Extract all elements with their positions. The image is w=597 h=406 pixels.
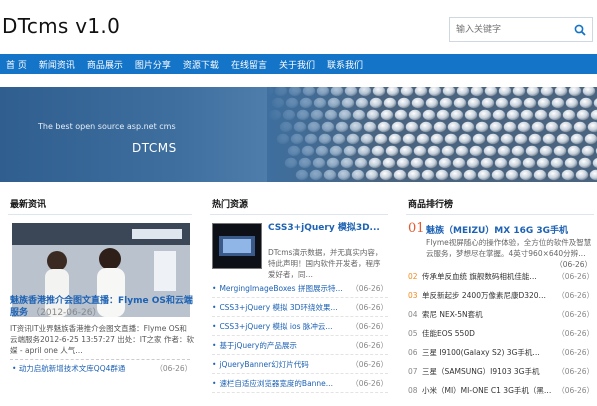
hot-featured-desc: DTcms演示数据，并无真实内容，特此声明！国内软件开发者，程序爱好者，同… [268,248,383,279]
nav-item-photos[interactable]: 图片分享 [130,58,176,71]
rank-number: 05 [408,329,418,338]
bullet-icon: • [12,364,19,373]
list-item-title[interactable]: CSS3+jQuery 模拟 3D环绕效果... [219,298,347,316]
list-item-date: （06-26） [557,272,594,281]
ranking-top-desc-text: Flyme视屏随心的操作体验，全方位的软件及智慧云服务，梦想尽在掌握。4英寸96… [426,238,592,258]
ranking-top-desc: Flyme视屏随心的操作体验，全方位的软件及智慧云服务，梦想尽在掌握。4英寸96… [426,237,592,270]
list-item-title[interactable]: 速栏自适应浏览器宽度的Banne... [219,374,347,392]
list-item[interactable]: 03 单反新起步 2400万像素尼康D320… （06-26） [406,286,594,305]
banner-title: DTCMS [132,141,177,155]
hot-featured-title[interactable]: CSS3+jQuery 模拟3D... [268,223,386,234]
hero-banner[interactable]: The best open source asp.net cms DTCMS [0,87,597,182]
list-item-date: （06-26） [351,303,388,312]
bullet-icon: • [212,322,217,331]
list-item-date: （06-26） [557,310,594,319]
news-headline[interactable]: 魅族香港推介会图文直播：Flyme OS和云端服务 （2012-06-26） [10,295,194,319]
list-item-title[interactable]: CSS3+jQuery 模拟 ios 脉冲云... [219,317,347,335]
list-item-title[interactable]: 佳能EOS 550D [422,324,553,343]
list-item[interactable]: 08 小米（MI）MI-ONE C1 3G手机（黑… （06-26） [406,381,594,400]
list-item-date: （06-26） [155,364,193,373]
product-ranking-list: 02 传承单反血统 旗舰数码相机佳能… （06-26） 03 单反新起步 2400万像… [406,267,594,400]
hot-resources-heading: 热门资源 [210,195,388,215]
nav-item-products[interactable]: 商品展示 [82,58,128,71]
divider [10,359,190,360]
list-item[interactable]: • CSS3+jQuery 模拟 3D环绕效果... （06-26） [212,298,388,317]
list-item[interactable]: 06 三星 I9100(Galaxy S2) 3G手机… （06-26） [406,343,594,362]
list-item[interactable]: • MergingImageBoxes 拼图展示特... （06-26） [212,279,388,298]
list-item-title[interactable]: 基于jQuery的产品展示 [219,336,347,354]
search-icon [574,24,586,36]
list-item-title[interactable]: 动力启航新增技术文库QQ4群通 [19,364,126,373]
list-item-title[interactable]: jQueryBanner幻灯片代码 [219,355,347,373]
rank-number: 08 [408,386,418,395]
list-item[interactable]: • 速栏自适应浏览器宽度的Banne... （06-26） [212,374,388,393]
list-item-title[interactable]: MergingImageBoxes 拼图展示特... [219,279,347,297]
list-item-date: （06-26） [351,379,388,388]
nav-item-guestbook[interactable]: 在线留言 [226,58,272,71]
list-item-title[interactable]: 索尼 NEX-5N套机 [422,305,553,324]
banner-dotted-facade-image [267,87,597,182]
hot-resources-panel: 热门资源 CSS3+jQuery 模拟3D... DTcms演示数据，并无真实内… [210,195,388,406]
list-item-date: （06-26） [351,284,388,293]
list-item[interactable]: • 基于jQuery的产品展示 （06-26） [212,336,388,355]
list-item-date: （06-26） [557,367,594,376]
list-item-date: （06-26） [557,386,594,395]
rank-number: 03 [408,291,418,300]
list-item-date: （06-26） [351,322,388,331]
list-item-title[interactable]: 三星 I9100(Galaxy S2) 3G手机… [422,343,553,362]
product-ranking-panel: 商品排行榜 01 魅族（MEIZU）MX 16G 3G手机 Flyme视屏随心的… [406,195,594,406]
rank-number: 07 [408,367,418,376]
news-headline-date: （2012-06-26） [31,308,102,318]
list-item[interactable]: 05 佳能EOS 550D （06-26） [406,324,594,343]
nav-item-downloads[interactable]: 资源下载 [178,58,224,71]
list-item-title[interactable]: 三星（SAMSUNG）I9103 3G手机 [422,362,553,381]
list-item-title[interactable]: 单反新起步 2400万像素尼康D320… [422,286,553,305]
thumbnail-image [213,224,261,268]
list-item-date: （06-26） [557,291,594,300]
search-box [449,17,593,42]
list-item[interactable]: 04 索尼 NEX-5N套机 （06-26） [406,305,594,324]
site-logo[interactable]: DTcms v1.0 [2,14,120,38]
product-ranking-heading: 商品排行榜 [406,195,594,215]
bullet-icon: • [212,379,217,388]
nav-item-about[interactable]: 关于我们 [274,58,320,71]
rank-number: 06 [408,348,418,357]
list-item-date: （06-26） [557,348,594,357]
list-item-date: （06-26） [557,329,594,338]
list-item-date: （06-26） [351,360,388,369]
list-item-title[interactable]: 传承单反血统 旗舰数码相机佳能… [422,267,553,286]
bullet-icon: • [212,341,217,350]
rank-number: 04 [408,310,418,319]
header: DTcms v1.0 [0,0,597,54]
list-item[interactable]: 02 传承单反血统 旗舰数码相机佳能… （06-26） [406,267,594,286]
latest-news-heading: 最新资讯 [8,195,192,215]
ranking-top-title[interactable]: 魅族（MEIZU）MX 16G 3G手机 [426,223,568,236]
rank-number: 01 [408,221,425,236]
latest-news-panel: 最新资讯 魅族香港推介会图文直播：Flyme OS和云端服务 （2012-06-… [8,195,194,406]
bullet-icon: • [212,284,217,293]
hot-featured-item[interactable]: CSS3+jQuery 模拟3D... DTcms演示数据，并无真实内容，特此声… [212,223,388,279]
nav-item-news[interactable]: 新闻资讯 [34,58,80,71]
hot-featured-thumbnail[interactable] [212,223,262,269]
nav-item-home[interactable]: 首 页 [1,58,32,71]
bullet-icon: • [212,303,217,312]
list-item[interactable]: • CSS3+jQuery 模拟 ios 脉冲云... （06-26） [212,317,388,336]
news-summary: IT资讯IT业界魅族香港推介会图文直播：Flyme OS和云端服务2012-6-… [10,324,194,355]
search-input[interactable] [450,18,568,41]
hot-resources-list: • MergingImageBoxes 拼图展示特... （06-26） • CSS3… [212,279,388,393]
list-item[interactable]: 07 三星（SAMSUNG）I9103 3G手机 （06-26） [406,362,594,381]
banner-subtitle: The best open source asp.net cms [38,122,176,131]
search-button[interactable] [568,18,592,41]
list-item[interactable]: • jQueryBanner幻灯片代码 （06-26） [212,355,388,374]
bullet-icon: • [212,360,217,369]
rank-number: 02 [408,272,418,281]
list-item[interactable]: • 动力启航新增技术文库QQ4群通 （06-26） [12,363,192,374]
nav-item-contact[interactable]: 联系我们 [322,58,368,71]
list-item-title[interactable]: 小米（MI）MI-ONE C1 3G手机（黑… [422,381,553,400]
main-nav: 首 页 新闻资讯 商品展示 图片分享 资源下载 在线留言 关于我们 联系我们 [0,54,597,74]
list-item-date: （06-26） [351,341,388,350]
